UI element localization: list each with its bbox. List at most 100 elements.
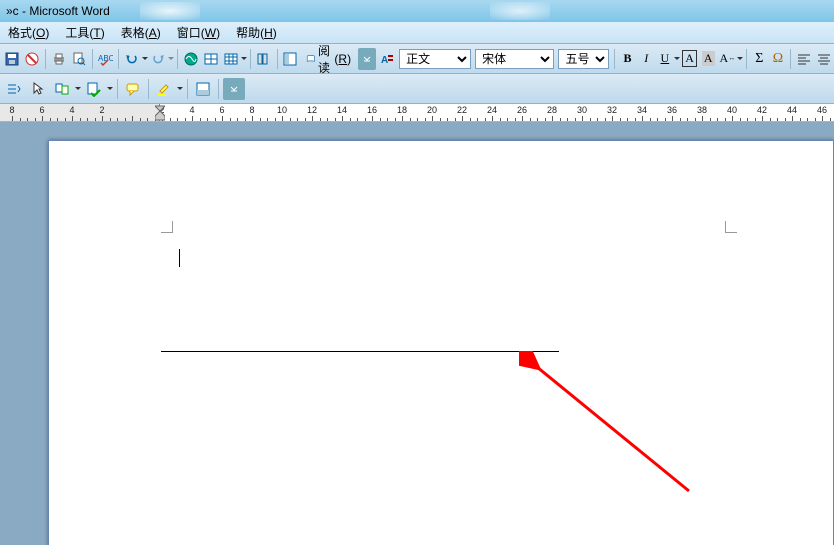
- separator: [177, 49, 178, 69]
- separator: [92, 49, 93, 69]
- highlight-dropdown[interactable]: [176, 78, 184, 100]
- align-center-icon[interactable]: [815, 48, 833, 70]
- compare-icon[interactable]: [51, 78, 73, 100]
- char-border-button[interactable]: A: [681, 48, 698, 70]
- ruler-number: 12: [307, 105, 317, 115]
- redo-icon[interactable]: [149, 48, 167, 70]
- ruler-number: 20: [427, 105, 437, 115]
- separator: [45, 49, 46, 69]
- indent-marker[interactable]: [155, 104, 165, 122]
- ruler-number: 42: [757, 105, 767, 115]
- print-preview-icon[interactable]: [70, 48, 88, 70]
- separator: [790, 49, 791, 69]
- style-select[interactable]: 正文: [399, 49, 471, 69]
- char-shading-button[interactable]: A: [700, 48, 717, 70]
- separator: [117, 79, 118, 99]
- separator: [614, 49, 615, 69]
- char-scale-button[interactable]: A↔: [719, 48, 737, 70]
- ruler-number: 32: [607, 105, 617, 115]
- save-icon[interactable]: [3, 48, 21, 70]
- ruler-number: 34: [637, 105, 647, 115]
- align-left-icon[interactable]: [795, 48, 813, 70]
- margin-corner: [161, 221, 173, 233]
- separator: [187, 79, 188, 99]
- bold-button[interactable]: B: [619, 48, 636, 70]
- ruler-number: 8: [249, 105, 254, 115]
- menu-window[interactable]: 窗口(W): [169, 22, 228, 43]
- separator: [148, 79, 149, 99]
- undo-icon[interactable]: [123, 48, 141, 70]
- drawing-toolbar: [0, 74, 834, 104]
- menu-table[interactable]: 表格(A): [113, 22, 169, 43]
- styles-pane-icon[interactable]: A: [378, 48, 396, 70]
- table-dropdown[interactable]: [241, 48, 247, 70]
- ruler-number: 38: [697, 105, 707, 115]
- ruler-number: 14: [337, 105, 347, 115]
- highlight-icon[interactable]: [153, 78, 175, 100]
- horizontal-ruler[interactable]: 8642246810121416182022242628303234363840…: [0, 104, 834, 122]
- omega-icon[interactable]: Ω: [770, 48, 787, 70]
- size-select[interactable]: 五号: [558, 49, 609, 69]
- italic-button[interactable]: I: [638, 48, 655, 70]
- undo-dropdown[interactable]: [142, 48, 148, 70]
- ruler-number: 44: [787, 105, 797, 115]
- tables-borders-icon[interactable]: [202, 48, 220, 70]
- ruler-number: 18: [397, 105, 407, 115]
- toolbar-options-icon[interactable]: [358, 48, 376, 70]
- compare-dropdown[interactable]: [74, 78, 82, 100]
- svg-text:A: A: [381, 55, 388, 66]
- ruler-number: 40: [727, 105, 737, 115]
- ruler-number: 2: [99, 105, 104, 115]
- draw-menu-icon[interactable]: [3, 78, 25, 100]
- read-layout-button[interactable]: 阅读(R): [301, 48, 356, 70]
- char-scale-dropdown[interactable]: [737, 48, 743, 70]
- spellcheck-icon[interactable]: ABC: [96, 48, 114, 70]
- ruler-number: 46: [817, 105, 827, 115]
- ruler-number: 8: [9, 105, 14, 115]
- permission-icon[interactable]: [23, 48, 41, 70]
- ruler-number: 4: [189, 105, 194, 115]
- select-objects-icon[interactable]: [27, 78, 49, 100]
- ruler-number: 6: [219, 105, 224, 115]
- print-icon[interactable]: [50, 48, 68, 70]
- doc-map-icon[interactable]: [281, 48, 299, 70]
- decoration: [490, 2, 550, 20]
- separator: [250, 49, 251, 69]
- separator: [118, 49, 119, 69]
- underline-button[interactable]: U: [657, 48, 674, 70]
- underline-dropdown[interactable]: [674, 48, 680, 70]
- separator: [746, 49, 747, 69]
- read-label: 阅读: [318, 42, 334, 76]
- drawn-line[interactable]: [161, 351, 559, 352]
- separator: [218, 79, 219, 99]
- redo-dropdown[interactable]: [168, 48, 174, 70]
- font-select[interactable]: 宋体: [475, 49, 554, 69]
- hyperlink-icon[interactable]: [182, 48, 200, 70]
- accept-change-icon[interactable]: [83, 78, 105, 100]
- accept-dropdown[interactable]: [106, 78, 114, 100]
- separator: [277, 49, 278, 69]
- menu-tools[interactable]: 工具(T): [57, 22, 112, 43]
- ruler-number: 30: [577, 105, 587, 115]
- columns-icon[interactable]: [255, 48, 273, 70]
- margin-corner: [725, 221, 737, 233]
- ruler-number: 24: [487, 105, 497, 115]
- new-comment-icon[interactable]: [122, 78, 144, 100]
- text-cursor: [179, 249, 180, 267]
- page[interactable]: [48, 140, 834, 545]
- menu-help[interactable]: 帮助(H): [228, 22, 285, 43]
- insert-table-icon[interactable]: [222, 48, 240, 70]
- reviewing-pane-icon[interactable]: [192, 78, 214, 100]
- menu-format[interactable]: 格式(O): [0, 22, 57, 43]
- ruler-number: 22: [457, 105, 467, 115]
- decoration: [140, 2, 200, 20]
- ruler-number: 10: [277, 105, 287, 115]
- standard-toolbar: ABC 阅读(R) A 正文 宋体 五号 B I U A A A↔ Σ Ω: [0, 44, 834, 74]
- autosum-icon[interactable]: Σ: [751, 48, 768, 70]
- ruler-number: 6: [39, 105, 44, 115]
- annotation-arrow: [519, 351, 699, 501]
- ruler-number: 36: [667, 105, 677, 115]
- toolbar-options-icon[interactable]: [223, 78, 245, 100]
- title-text: »c - Microsoft Word: [6, 4, 110, 18]
- ruler-number: 26: [517, 105, 527, 115]
